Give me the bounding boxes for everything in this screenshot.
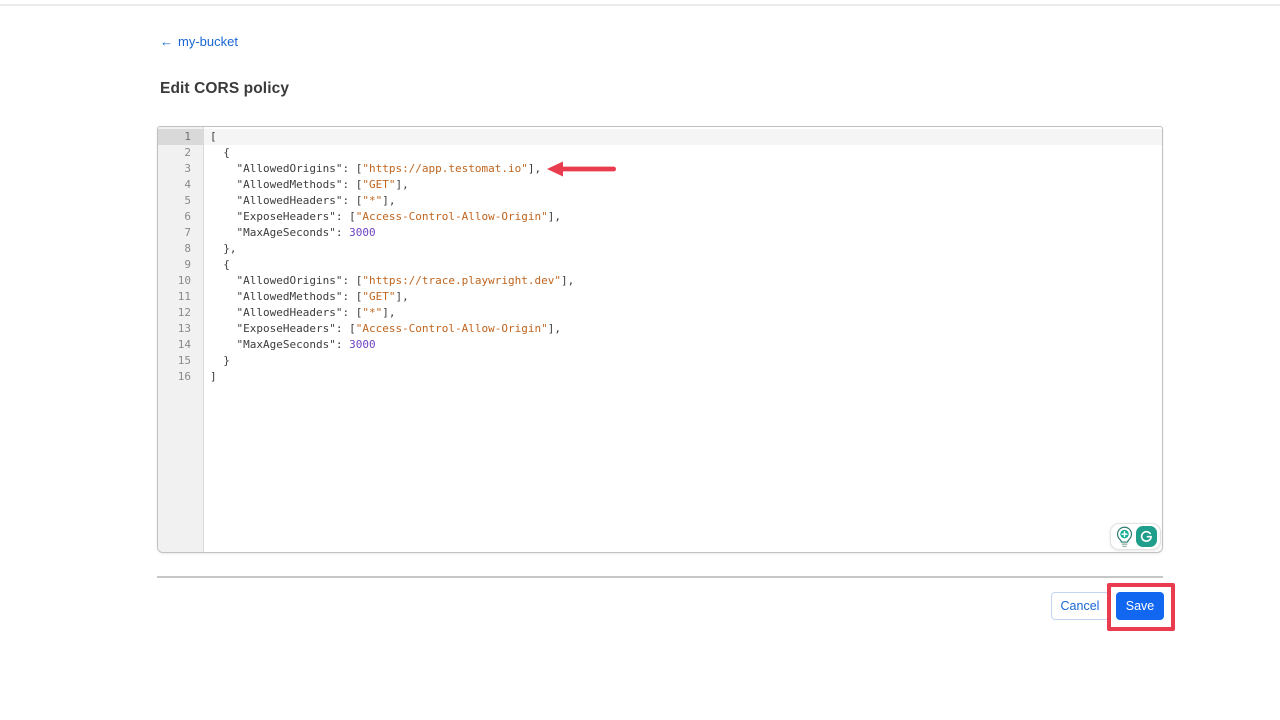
code-line: [ xyxy=(204,129,1162,145)
code-line: "AllowedHeaders": ["*"], xyxy=(204,305,1162,321)
back-link-my-bucket[interactable]: ← my-bucket xyxy=(160,34,238,49)
code-line: "AllowedOrigins": ["https://app.testomat… xyxy=(204,161,1162,177)
line-number: 8 xyxy=(158,241,203,257)
code-line: "AllowedHeaders": ["*"], xyxy=(204,193,1162,209)
code-line: } xyxy=(204,353,1162,369)
line-number: 10 xyxy=(158,273,203,289)
line-number: 11 xyxy=(158,289,203,305)
code-line: ] xyxy=(204,369,1162,385)
line-number: 16 xyxy=(158,369,203,385)
grammarly-lightbulb-icon[interactable] xyxy=(1114,526,1135,547)
line-number: 4 xyxy=(158,177,203,193)
code-line: "MaxAgeSeconds": 3000 xyxy=(204,225,1162,241)
editor-code[interactable]: [ { "AllowedOrigins": ["https://app.test… xyxy=(204,127,1162,552)
back-link-label: my-bucket xyxy=(178,34,238,49)
line-number: 3 xyxy=(158,161,203,177)
lightbulb-icon xyxy=(1116,526,1133,548)
code-line: { xyxy=(204,257,1162,273)
code-line: "MaxAgeSeconds": 3000 xyxy=(204,337,1162,353)
line-number: 5 xyxy=(158,193,203,209)
line-number: 6 xyxy=(158,209,203,225)
line-number: 1 xyxy=(158,129,203,145)
line-number: 12 xyxy=(158,305,203,321)
top-divider xyxy=(0,4,1280,6)
line-number: 14 xyxy=(158,337,203,353)
save-button[interactable]: Save xyxy=(1116,592,1164,620)
grammarly-widget xyxy=(1110,523,1161,550)
code-line: { xyxy=(204,145,1162,161)
grammarly-g-button[interactable] xyxy=(1136,526,1157,547)
code-line: "ExposeHeaders": ["Access-Control-Allow-… xyxy=(204,321,1162,337)
line-number: 2 xyxy=(158,145,203,161)
line-number: 9 xyxy=(158,257,203,273)
code-line: "AllowedMethods": ["GET"], xyxy=(204,289,1162,305)
code-line: "ExposeHeaders": ["Access-Control-Allow-… xyxy=(204,209,1162,225)
cors-policy-editor[interactable]: 12345678910111213141516 [ { "AllowedOrig… xyxy=(157,126,1163,553)
line-number: 7 xyxy=(158,225,203,241)
editor-gutter: 12345678910111213141516 xyxy=(158,127,204,552)
code-line: }, xyxy=(204,241,1162,257)
line-number: 15 xyxy=(158,353,203,369)
cancel-button[interactable]: Cancel xyxy=(1051,592,1109,620)
back-arrow-icon: ← xyxy=(160,34,173,49)
footer-divider xyxy=(157,576,1163,578)
line-number: 13 xyxy=(158,321,203,337)
page-title: Edit CORS policy xyxy=(160,80,289,98)
grammarly-icon xyxy=(1139,529,1154,544)
code-line: "AllowedOrigins": ["https://trace.playwr… xyxy=(204,273,1162,289)
code-line: "AllowedMethods": ["GET"], xyxy=(204,177,1162,193)
